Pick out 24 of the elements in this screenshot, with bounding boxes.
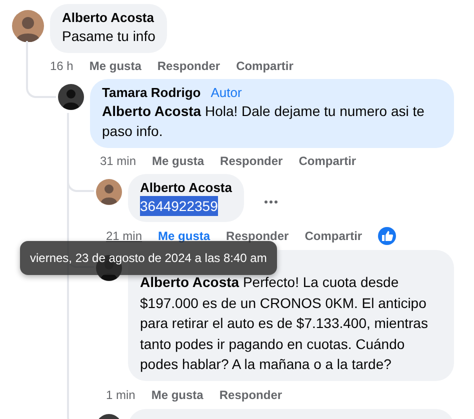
action-link[interactable]: Responder [226,229,289,243]
action-link[interactable]: Me gusta [151,388,204,402]
author-name[interactable]: Alberto Acosta [140,178,232,196]
comment-text: 3644922359 [140,196,218,216]
comment-time[interactable]: 16 h [50,58,74,72]
action-link[interactable]: Compartir [304,229,362,243]
comment-time[interactable]: 31 min [100,154,136,168]
comment-text: Alberto Acosta Perfecto! La cuota desde $197.000 es de un CRONOS 0KM. El anticipo para retirar el auto es de $7.133.400, mientras tanto podes ir pagando en cuotas. Cuándo podes hablar? A la mañana o a la tarde? [140,273,429,374]
author-label: Autor [210,84,242,100]
action-link[interactable]: Responder [220,154,283,168]
action-link[interactable]: Compartir [236,58,294,72]
action-link[interactable]: Me gusta [152,154,204,168]
action-link[interactable]: Me gusta [89,58,142,72]
comment-text: Pasame tu info [62,27,156,46]
author-name[interactable]: Tamara Rodrigo [102,84,201,100]
comment-text: Alberto Acosta Hola! Dale dejame tu numero asi te paso info. [102,102,426,141]
action-link[interactable]: Me gusta [158,229,210,243]
action-link[interactable]: Compartir [298,154,356,168]
author-name[interactable]: Alberto Acosta [62,9,156,26]
date-tooltip: viernes, 23 de agosto de 2024 a las 8:40 am [20,240,277,274]
action-link[interactable]: Responder [157,58,220,72]
action-link[interactable]: Responder [219,388,282,402]
comment-time[interactable]: 21 min [106,229,142,243]
comment-time[interactable]: 1 min [106,388,136,402]
